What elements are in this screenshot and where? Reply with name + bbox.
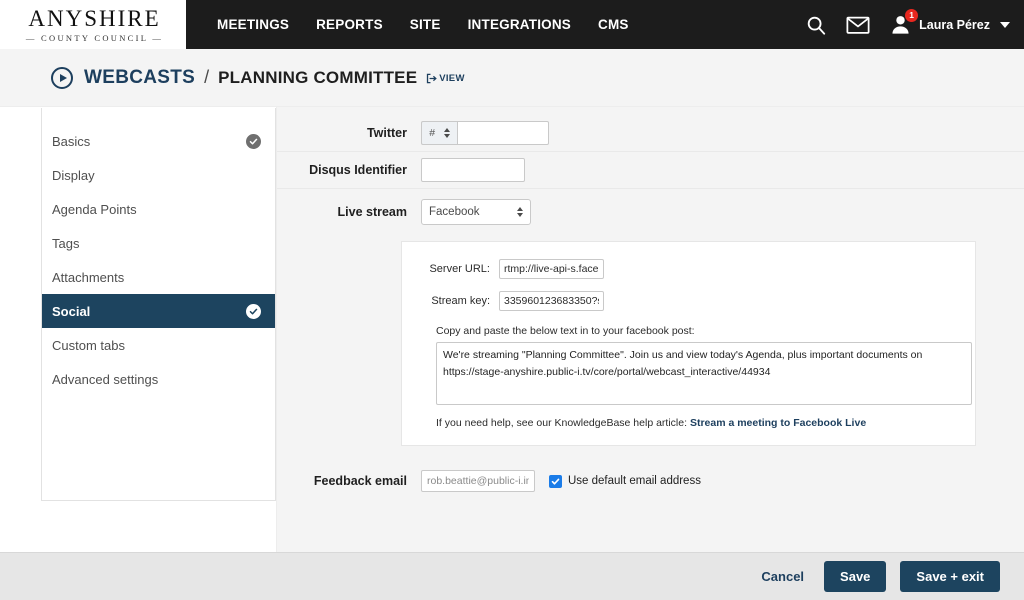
stream-key-input[interactable] <box>499 291 604 311</box>
page-title: PLANNING COMMITTEE <box>218 67 418 87</box>
disqus-field-group <box>421 158 525 182</box>
twitter-prefix-select[interactable]: # <box>421 121 457 145</box>
checkbox-checked-icon <box>549 474 562 488</box>
site-logo[interactable]: ANYSHIRE — COUNTY COUNCIL — <box>0 0 186 49</box>
breadcrumb-parent-link[interactable]: WEBCASTS <box>84 67 195 89</box>
live-stream-selected-value: Facebook <box>429 206 480 218</box>
social-settings-form: Twitter # Disqus Identifier Live stream <box>276 107 1024 600</box>
user-menu[interactable]: 1 Laura Pérez <box>889 9 1010 36</box>
section-sidebar: Basics Display Agenda Points Tags Attach… <box>41 108 276 501</box>
save-button[interactable]: Save <box>824 561 887 592</box>
logo-tagline: — COUNTY COUNCIL — <box>25 32 164 43</box>
twitter-field-group: # <box>421 121 549 145</box>
use-default-email-checkbox[interactable]: Use default email address <box>549 474 701 488</box>
use-default-email-label: Use default email address <box>568 475 701 487</box>
feedback-field-group: Use default email address <box>421 470 701 492</box>
twitter-input[interactable] <box>457 121 549 145</box>
sidebar-item-label: Advanced settings <box>52 371 159 387</box>
view-label: VIEW <box>439 73 465 84</box>
sidebar-item-social[interactable]: Social <box>42 294 275 328</box>
breadcrumb: WEBCASTS / PLANNING COMMITTEE VIEW <box>0 49 1024 107</box>
live-stream-select[interactable]: Facebook <box>421 199 531 225</box>
sidebar-item-advanced-settings[interactable]: Advanced settings <box>42 362 275 396</box>
feedback-email-input[interactable] <box>421 470 535 492</box>
disqus-identifier-input[interactable] <box>421 158 525 182</box>
chevron-down-icon[interactable] <box>1000 21 1010 28</box>
search-icon[interactable] <box>805 14 827 36</box>
server-url-label: Server URL: <box>429 263 490 275</box>
live-stream-row: Live stream Facebook <box>277 189 1024 231</box>
nav-item-cms[interactable]: CMS <box>598 17 629 32</box>
external-link-icon <box>427 73 437 84</box>
server-url-input[interactable] <box>499 259 604 279</box>
logo-title: ANYSHIRE <box>28 5 161 31</box>
view-webcast-link[interactable]: VIEW <box>426 73 464 84</box>
play-circle-icon <box>51 66 73 89</box>
notification-badge: 1 <box>905 9 919 22</box>
stepper-icon <box>443 128 450 138</box>
sidebar-item-display[interactable]: Display <box>42 158 275 192</box>
sidebar-item-tags[interactable]: Tags <box>42 226 275 260</box>
cancel-button[interactable]: Cancel <box>755 568 810 585</box>
user-name-label: Laura Pérez <box>919 17 990 32</box>
twitter-label: Twitter <box>366 126 407 140</box>
form-action-footer: Cancel Save Save + exit <box>0 552 1024 600</box>
stepper-icon <box>517 207 523 217</box>
sidebar-item-basics[interactable]: Basics <box>42 124 275 158</box>
twitter-row: Twitter # <box>277 115 1024 152</box>
live-stream-label: Live stream <box>337 205 407 219</box>
sidebar-item-label: Tags <box>52 235 80 251</box>
page-container: WEBCASTS / PLANNING COMMITTEE VIEW Basic… <box>0 49 1024 600</box>
knowledgebase-article-link[interactable]: Stream a meeting to Facebook Live <box>690 417 866 429</box>
sidebar-list: Basics Display Agenda Points Tags Attach… <box>42 108 275 396</box>
check-circle-icon <box>246 133 261 149</box>
stream-key-label: Stream key: <box>431 295 490 307</box>
feedback-email-row: Feedback email Use default email address <box>277 464 1024 498</box>
twitter-prefix-value: # <box>429 127 436 139</box>
sidebar-item-label: Display <box>52 167 95 183</box>
knowledgebase-help: If you need help, see our KnowledgeBase … <box>402 417 975 429</box>
sidebar-item-label: Agenda Points <box>52 201 137 217</box>
main-nav-links: MEETINGS REPORTS SITE INTEGRATIONS CMS <box>186 0 629 49</box>
live-stream-field-group: Facebook <box>421 199 531 225</box>
disqus-label: Disqus Identifier <box>309 163 407 177</box>
sidebar-item-agenda-points[interactable]: Agenda Points <box>42 192 275 226</box>
facebook-post-textarea[interactable]: We're streaming "Planning Committee". Jo… <box>436 342 972 405</box>
sidebar-item-label: Attachments <box>52 269 125 285</box>
stream-key-line: Stream key: <box>402 291 975 311</box>
breadcrumb-separator: / <box>204 67 210 87</box>
sidebar-item-label: Custom tabs <box>52 337 125 353</box>
disqus-row: Disqus Identifier <box>277 152 1024 189</box>
content-body: Basics Display Agenda Points Tags Attach… <box>0 107 1024 600</box>
save-and-exit-button[interactable]: Save + exit <box>900 561 1000 592</box>
nav-item-meetings[interactable]: MEETINGS <box>217 17 289 32</box>
nav-item-site[interactable]: SITE <box>410 17 441 32</box>
server-url-line: Server URL: <box>402 259 975 279</box>
sidebar-item-attachments[interactable]: Attachments <box>42 260 275 294</box>
check-circle-icon <box>246 303 261 319</box>
sidebar-item-label: Basics <box>52 133 91 149</box>
avatar: 1 <box>889 9 919 36</box>
sidebar-item-custom-tabs[interactable]: Custom tabs <box>42 328 275 362</box>
facebook-stream-panel: Server URL: Stream key: Copy and paste t… <box>401 241 976 446</box>
nav-item-integrations[interactable]: INTEGRATIONS <box>468 17 571 32</box>
mail-icon[interactable] <box>846 15 870 35</box>
help-prefix-text: If you need help, see our KnowledgeBase … <box>436 417 688 429</box>
top-navigation-bar: ANYSHIRE — COUNTY COUNCIL — MEETINGS REP… <box>0 0 1024 49</box>
copy-paste-note: Copy and paste the below text in to your… <box>436 325 695 337</box>
nav-right-cluster: 1 Laura Pérez <box>805 0 1024 49</box>
sidebar-item-label: Social <box>52 303 91 319</box>
nav-item-reports[interactable]: REPORTS <box>316 17 383 32</box>
feedback-email-label: Feedback email <box>313 474 407 488</box>
